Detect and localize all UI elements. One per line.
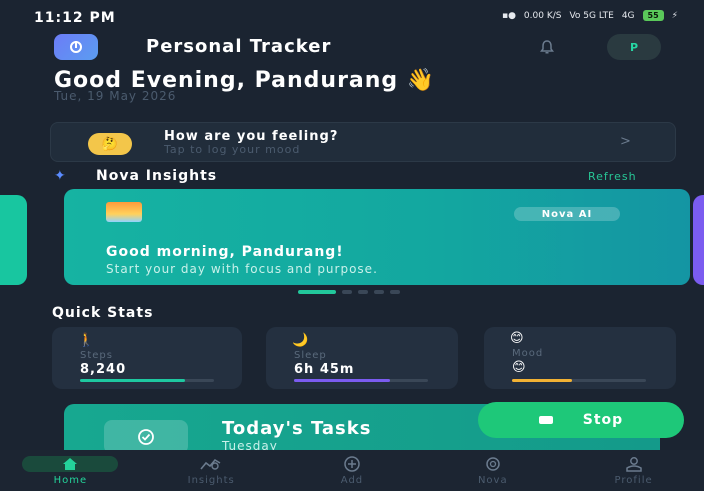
nova-icon [485, 456, 501, 472]
nav-item-home[interactable]: Home [0, 450, 141, 491]
insight-headline: Good morning, Pandurang! [106, 244, 344, 260]
stat-value: 8,240 [80, 362, 127, 377]
carousel-next-card[interactable] [693, 195, 704, 285]
insight-body: Start your day with focus and purpose. [106, 262, 378, 276]
sleep-progress-track [294, 379, 428, 382]
app-logo-icon [54, 34, 98, 60]
sleep-stat-card[interactable]: 🌙 Sleep 6h 45m [266, 327, 458, 389]
add-icon [343, 455, 361, 472]
insights-section-title: Nova Insights [96, 168, 218, 184]
mood-stat-card[interactable]: 😊 Mood 😊 [484, 327, 676, 389]
current-date: Tue, 19 May 2026 [54, 89, 177, 103]
mood-emoji-value: 😊 [512, 360, 527, 375]
record-icon: ▪● [501, 10, 516, 21]
bell-icon[interactable] [539, 39, 555, 55]
refresh-link[interactable]: Refresh [588, 170, 637, 183]
status-icons: ▪● 0.00 K/S Vo 5G LTE 4G 55 ⚡ [502, 10, 678, 21]
carousel-dot[interactable] [298, 290, 336, 294]
carousel-dot[interactable] [374, 290, 384, 294]
nova-ai-badge: Nova AI [514, 207, 620, 221]
mood-progress-fill [512, 379, 573, 382]
mood-progress-track [512, 379, 646, 382]
nav-label: Home [53, 474, 88, 486]
signal-icon: Vo 5G LTE [569, 10, 614, 21]
mood-log-card[interactable] [50, 122, 676, 162]
stat-label: Sleep [294, 350, 327, 361]
bottom-nav: Home Insights Add Nova Profile [0, 450, 704, 491]
stat-value: 6h 45m [294, 362, 355, 377]
quick-stats-title: Quick Stats [52, 305, 154, 321]
stop-label: Stop [582, 412, 624, 428]
nav-label: Add [340, 474, 364, 486]
avatar[interactable]: P [607, 34, 661, 60]
check-circle-icon [104, 420, 188, 454]
charging-icon: ⚡ [671, 10, 678, 21]
smile-icon: 😊 [510, 331, 524, 346]
carousel-prev-card[interactable] [0, 195, 27, 285]
sleep-progress-fill [294, 379, 391, 382]
nav-item-profile[interactable]: Profile [563, 450, 704, 491]
home-icon [22, 455, 119, 472]
app-title: Personal Tracker [146, 36, 332, 57]
stop-button[interactable]: Stop [478, 402, 684, 438]
nav-label: Profile [614, 474, 653, 486]
nav-label: Insights [187, 474, 235, 486]
nav-label: Nova [477, 474, 508, 486]
carousel-dot[interactable] [390, 290, 400, 294]
chevron-right-icon: > [620, 134, 631, 149]
thinking-face-icon: 🤔 [88, 133, 132, 155]
mood-prompt-title: How are you feeling? [164, 129, 339, 144]
nav-item-nova[interactable]: Nova [422, 450, 563, 491]
net-speed: 0.00 K/S [523, 10, 562, 21]
steps-progress-fill [80, 379, 185, 382]
nav-item-insights[interactable]: Insights [141, 450, 282, 491]
nav-item-add[interactable]: Add [282, 450, 423, 491]
carousel-indicator [298, 290, 400, 294]
signal-icon-2: 4G [621, 10, 635, 21]
sparkle-icon: ✦ [54, 168, 66, 184]
stat-label: Steps [80, 350, 113, 361]
steps-progress-track [80, 379, 214, 382]
steps-stat-card[interactable]: 🚶 Steps 8,240 [52, 327, 242, 389]
insights-icon [200, 456, 222, 472]
profile-icon [625, 456, 643, 472]
carousel-dot[interactable] [342, 290, 352, 294]
stop-icon [538, 416, 553, 424]
mood-prompt-subtitle: Tap to log your mood [164, 143, 301, 156]
battery-icon: 55 [642, 10, 664, 21]
tasks-title: Today's Tasks [222, 418, 372, 439]
status-time: 11:12 PM [34, 10, 116, 26]
carousel-dot[interactable] [358, 290, 368, 294]
walking-icon: 🚶 [78, 333, 95, 348]
stat-label: Mood [512, 348, 544, 359]
sunrise-icon [106, 202, 142, 222]
moon-icon: 🌙 [292, 333, 309, 348]
